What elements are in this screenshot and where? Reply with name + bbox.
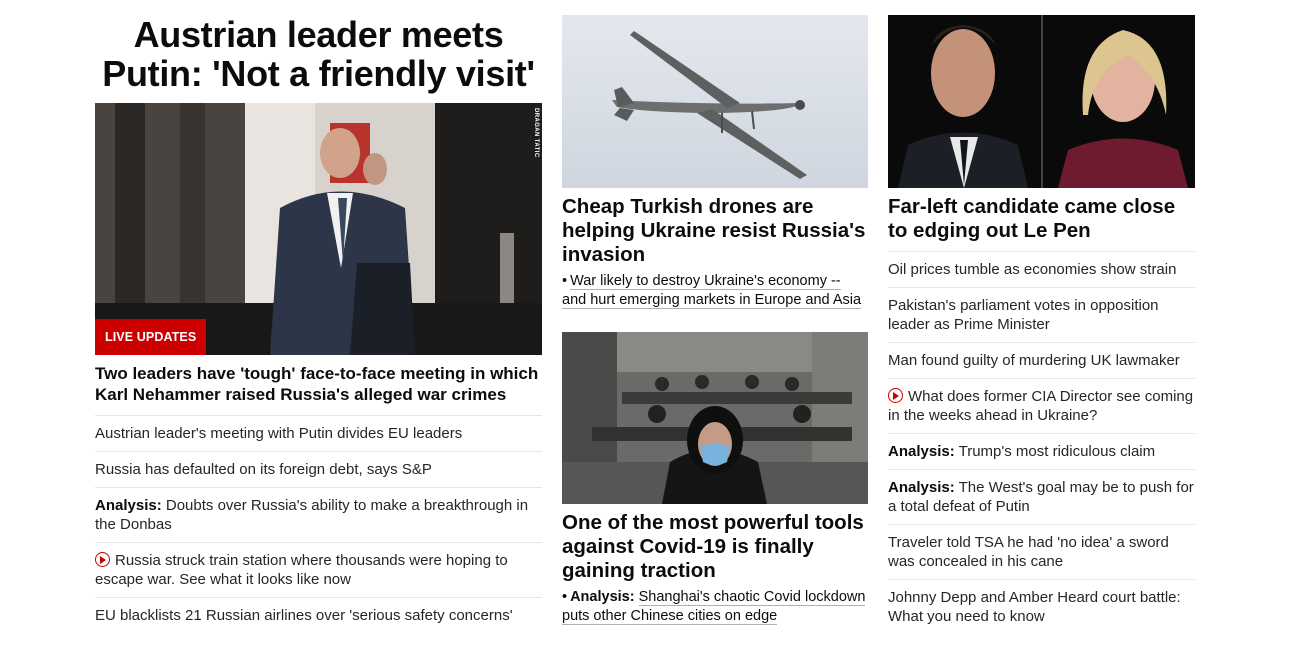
right-headline[interactable]: Far-left candidate came close to edging … (888, 195, 1195, 252)
middle-column: Cheap Turkish drones are helping Ukraine… (562, 15, 868, 626)
analysis-label: Analysis: (888, 479, 955, 496)
right-column: Far-left candidate came close to edging … (888, 15, 1195, 634)
drone-story-card: Cheap Turkish drones are helping Ukraine… (562, 15, 868, 310)
analysis-label: Analysis: (570, 589, 635, 605)
covid-related-link[interactable]: • Analysis: Shanghai's chaotic Covid lock… (562, 588, 868, 626)
list-item[interactable]: Man found guilty of murdering UK lawmake… (888, 343, 1195, 379)
lead-related-list: Austrian leader's meeting with Putin div… (95, 416, 542, 633)
list-item[interactable]: Austrian leader's meeting with Putin div… (95, 416, 542, 452)
list-item[interactable]: Traveler told TSA he had 'no idea' a swo… (888, 525, 1195, 580)
drone-image[interactable] (562, 15, 868, 188)
drone-headline[interactable]: Cheap Turkish drones are helping Ukraine… (562, 195, 868, 267)
play-video-icon (888, 388, 903, 403)
list-item[interactable]: EU blacklists 21 Russian airlines over '… (95, 598, 542, 633)
list-item[interactable]: Johnny Depp and Amber Heard court battle… (888, 580, 1195, 634)
image-credit: DRAGAN TATIC (533, 108, 539, 158)
lead-headline[interactable]: Austrian leader meets Putin: 'Not a frie… (95, 15, 542, 93)
live-updates-badge[interactable]: LIVE UPDATES (95, 319, 207, 355)
list-item[interactable]: What does former CIA Director see coming… (888, 379, 1195, 434)
lead-story: Austrian leader meets Putin: 'Not a frie… (95, 15, 542, 633)
covid-headline[interactable]: One of the most powerful tools against C… (562, 511, 868, 583)
lead-image[interactable]: DRAGAN TATIC LIVE UPDATES (95, 103, 542, 355)
lead-subhead[interactable]: Two leaders have 'tough' face-to-face me… (95, 363, 542, 416)
candidates-image[interactable] (888, 15, 1195, 188)
analysis-label: Analysis: (888, 443, 955, 460)
list-item[interactable]: Russia struck train station where thousa… (95, 543, 542, 598)
play-video-icon (95, 552, 110, 567)
list-item[interactable]: Oil prices tumble as economies show stra… (888, 252, 1195, 288)
right-headline-list: Oil prices tumble as economies show stra… (888, 252, 1195, 634)
list-item[interactable]: Analysis: Doubts over Russia's ability t… (95, 488, 542, 543)
covid-story-card: One of the most powerful tools against C… (562, 332, 868, 626)
classroom-image[interactable] (562, 332, 868, 504)
analysis-label: Analysis: (95, 497, 162, 514)
list-item[interactable]: Pakistan's parliament votes in oppositio… (888, 288, 1195, 343)
list-item[interactable]: Analysis: The West's goal may be to push… (888, 470, 1195, 525)
drone-related-link[interactable]: • War likely to destroy Ukraine's economy… (562, 272, 868, 310)
list-item[interactable]: Analysis: Trump's most ridiculous claim (888, 434, 1195, 470)
list-item[interactable]: Russia has defaulted on its foreign debt… (95, 452, 542, 488)
